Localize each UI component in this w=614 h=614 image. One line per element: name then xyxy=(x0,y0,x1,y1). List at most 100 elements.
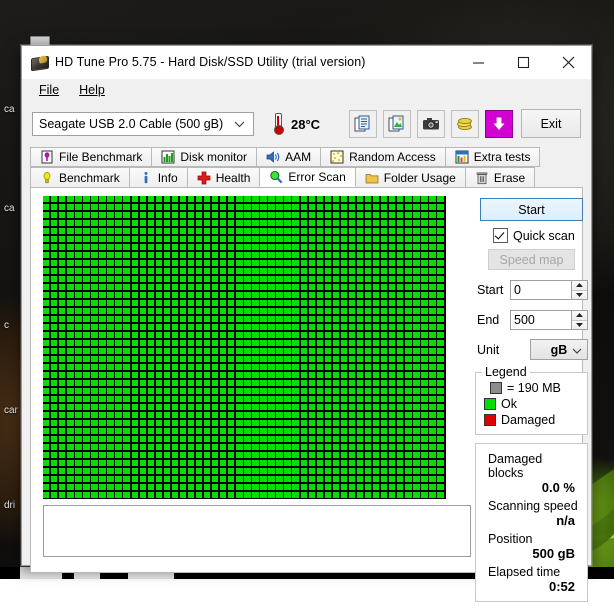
block-cell xyxy=(292,420,298,426)
block-cell xyxy=(252,332,258,338)
block-cell xyxy=(333,484,339,490)
block-cell xyxy=(244,380,250,386)
block-cell xyxy=(333,292,339,298)
block-cell xyxy=(284,492,290,498)
block-cell xyxy=(220,460,226,466)
block-cell xyxy=(115,260,121,266)
block-cell xyxy=(365,404,371,410)
block-cell xyxy=(212,220,218,226)
download-arrow-icon[interactable] xyxy=(485,110,513,138)
block-cell xyxy=(397,268,403,274)
minimize-button[interactable] xyxy=(456,46,501,78)
start-input[interactable]: 0 xyxy=(510,280,588,300)
block-map[interactable] xyxy=(43,196,446,499)
block-cell xyxy=(220,220,226,226)
block-cell xyxy=(43,372,49,378)
block-cell xyxy=(373,420,379,426)
tab-info[interactable]: Info xyxy=(129,167,188,187)
block-cell xyxy=(115,380,121,386)
close-button[interactable] xyxy=(546,46,591,78)
tab-erase[interactable]: Erase xyxy=(465,167,535,187)
stepper-up-icon[interactable] xyxy=(572,311,587,321)
block-cell xyxy=(220,324,226,330)
block-cell xyxy=(357,284,363,290)
block-cell xyxy=(236,356,242,362)
start-stepper[interactable] xyxy=(571,281,587,299)
block-cell xyxy=(51,308,57,314)
unit-select[interactable]: gB xyxy=(530,339,588,360)
block-cell xyxy=(413,236,419,242)
block-cell xyxy=(99,228,105,234)
block-cell xyxy=(83,372,89,378)
stepper-up-icon[interactable] xyxy=(572,281,587,291)
block-cell xyxy=(196,332,202,338)
block-cell xyxy=(75,356,81,362)
stepper-down-icon[interactable] xyxy=(572,291,587,300)
block-cell xyxy=(132,244,138,250)
block-cell xyxy=(260,204,266,210)
speed-map-button: Speed map xyxy=(488,249,575,270)
tab-error-scan[interactable]: Error Scan xyxy=(259,167,355,187)
end-input[interactable]: 500 xyxy=(510,310,588,330)
block-cell xyxy=(99,396,105,402)
block-cell xyxy=(196,380,202,386)
block-cell xyxy=(421,476,427,482)
tab-folder-usage[interactable]: Folder Usage xyxy=(355,167,466,187)
block-cell xyxy=(389,220,395,226)
block-cell xyxy=(309,260,315,266)
block-cell xyxy=(405,492,411,498)
block-cell xyxy=(204,356,210,362)
block-cell xyxy=(204,308,210,314)
copy-image-icon[interactable] xyxy=(383,110,411,138)
exit-button[interactable]: Exit xyxy=(521,109,581,138)
block-cell xyxy=(91,324,97,330)
block-cell xyxy=(421,412,427,418)
menu-bar: File Help xyxy=(22,79,591,101)
register-coins-icon[interactable] xyxy=(451,110,479,138)
tab-disk-monitor[interactable]: Disk monitor xyxy=(151,147,257,167)
block-cell xyxy=(204,348,210,354)
block-cell xyxy=(204,204,210,210)
block-cell xyxy=(107,260,113,266)
block-cell xyxy=(43,460,49,466)
tab-health[interactable]: Health xyxy=(187,167,261,187)
quick-scan-checkbox[interactable]: Quick scan xyxy=(493,228,588,243)
stepper-down-icon[interactable] xyxy=(572,321,587,330)
block-cell xyxy=(91,252,97,258)
block-cell xyxy=(115,300,121,306)
log-output[interactable] xyxy=(43,505,471,557)
block-cell xyxy=(317,484,323,490)
block-cell xyxy=(244,412,250,418)
tab-aam[interactable]: AAM xyxy=(256,147,321,167)
block-cell xyxy=(405,364,411,370)
maximize-button[interactable] xyxy=(501,46,546,78)
block-cell xyxy=(148,340,154,346)
block-cell xyxy=(188,260,194,266)
block-cell xyxy=(148,220,154,226)
block-cell xyxy=(301,276,307,282)
copy-text-icon[interactable] xyxy=(349,110,377,138)
block-cell xyxy=(132,324,138,330)
screenshot-camera-icon[interactable] xyxy=(417,110,445,138)
start-button[interactable]: Start xyxy=(480,198,583,221)
block-cell xyxy=(83,356,89,362)
block-cell xyxy=(357,356,363,362)
block-cell xyxy=(188,308,194,314)
block-cell xyxy=(252,428,258,434)
menu-item-help[interactable]: Help xyxy=(70,81,114,99)
block-cell xyxy=(59,228,65,234)
tab-random-access[interactable]: Random Access xyxy=(320,147,446,167)
tab-benchmark[interactable]: Benchmark xyxy=(30,167,130,187)
block-cell xyxy=(260,244,266,250)
block-cell xyxy=(284,244,290,250)
end-stepper[interactable] xyxy=(571,311,587,329)
tab-file-benchmark[interactable]: File Benchmark xyxy=(30,147,152,167)
menu-item-file[interactable]: File xyxy=(30,81,68,99)
block-cell xyxy=(43,252,49,258)
block-cell xyxy=(91,348,97,354)
drive-select[interactable]: Seagate USB 2.0 Cable (500 gB) xyxy=(32,112,254,136)
block-cell xyxy=(83,284,89,290)
block-cell xyxy=(99,380,105,386)
block-cell xyxy=(421,228,427,234)
tab-extra-tests[interactable]: Extra tests xyxy=(445,147,541,167)
